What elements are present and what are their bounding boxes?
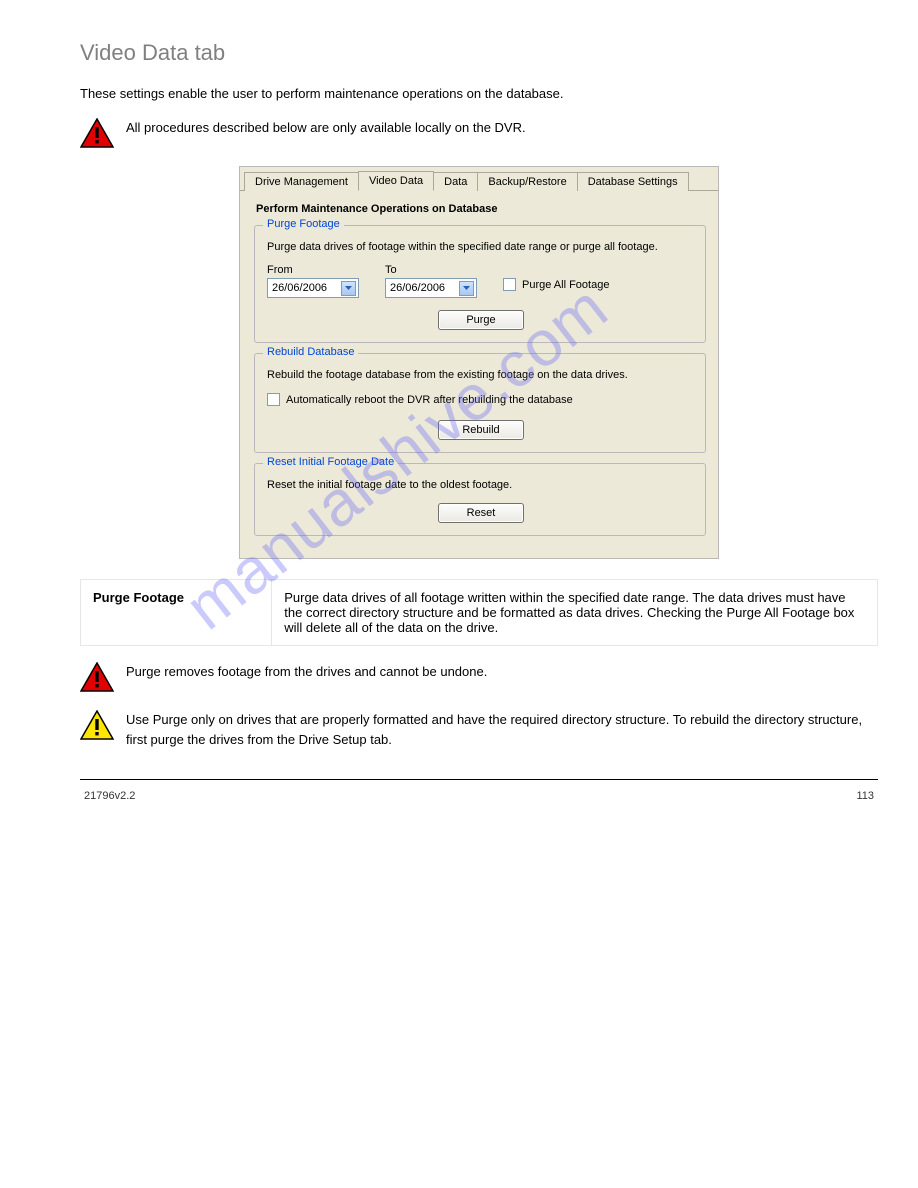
- purge-legend: Purge Footage: [263, 218, 344, 230]
- footer-left: 21796v2.2: [84, 790, 135, 802]
- tab-backup-restore[interactable]: Backup/Restore: [477, 172, 577, 191]
- caution-row-1: Use Purge only on drives that are proper…: [80, 710, 878, 749]
- to-date-picker[interactable]: 26/06/2006: [385, 278, 477, 298]
- tab-data[interactable]: Data: [433, 172, 478, 191]
- video-data-screenshot: Drive Management Video Data Data Backup/…: [239, 166, 719, 560]
- intro-text: These settings enable the user to perfor…: [80, 84, 878, 104]
- def-term: Purge Footage: [81, 580, 272, 646]
- group-reset-date: Reset Initial Footage Date Reset the ini…: [254, 463, 706, 536]
- rebuild-button[interactable]: Rebuild: [438, 420, 524, 440]
- footer-right: 113: [856, 790, 874, 802]
- warning-red-icon: [80, 118, 114, 148]
- purge-desc: Purge data drives of footage within the …: [267, 240, 695, 255]
- purge-all-label: Purge All Footage: [522, 279, 609, 291]
- warning-2-text: Purge removes footage from the drives an…: [126, 662, 878, 682]
- warning-row-1: All procedures described below are only …: [80, 118, 878, 148]
- chevron-down-icon[interactable]: [341, 281, 356, 296]
- reset-legend: Reset Initial Footage Date: [263, 456, 398, 468]
- from-date-picker[interactable]: 26/06/2006: [267, 278, 359, 298]
- to-label: To: [385, 264, 477, 276]
- checkbox-icon: [503, 278, 516, 291]
- warning-row-2: Purge removes footage from the drives an…: [80, 662, 878, 692]
- reset-button[interactable]: Reset: [438, 503, 524, 523]
- tab-database-settings[interactable]: Database Settings: [577, 172, 689, 191]
- panel-heading: Perform Maintenance Operations on Databa…: [256, 203, 706, 215]
- warning-1-text: All procedures described below are only …: [126, 118, 878, 138]
- rebuild-legend: Rebuild Database: [263, 346, 358, 358]
- footer-rule: [80, 779, 878, 780]
- warning-yellow-icon: [80, 710, 114, 740]
- def-body: Purge data drives of all footage written…: [272, 580, 878, 646]
- caution-1-text: Use Purge only on drives that are proper…: [126, 710, 878, 749]
- table-row: Purge Footage Purge data drives of all f…: [81, 580, 878, 646]
- auto-reboot-label: Automatically reboot the DVR after rebui…: [286, 394, 573, 406]
- from-date-value: 26/06/2006: [272, 282, 327, 294]
- warning-red-icon: [80, 662, 114, 692]
- tab-drive-management[interactable]: Drive Management: [244, 172, 359, 191]
- group-rebuild-database: Rebuild Database Rebuild the footage dat…: [254, 353, 706, 453]
- group-purge-footage: Purge Footage Purge data drives of foota…: [254, 225, 706, 344]
- tab-bar: Drive Management Video Data Data Backup/…: [240, 167, 718, 191]
- rebuild-desc: Rebuild the footage database from the ex…: [267, 368, 695, 383]
- definition-table: Purge Footage Purge data drives of all f…: [80, 579, 878, 646]
- chevron-down-icon[interactable]: [459, 281, 474, 296]
- auto-reboot-checkbox[interactable]: Automatically reboot the DVR after rebui…: [267, 393, 695, 406]
- reset-desc: Reset the initial footage date to the ol…: [267, 478, 695, 493]
- from-label: From: [267, 264, 359, 276]
- tab-video-data[interactable]: Video Data: [358, 171, 434, 191]
- purge-all-checkbox[interactable]: Purge All Footage: [503, 278, 609, 291]
- to-date-value: 26/06/2006: [390, 282, 445, 294]
- section-title: Video Data tab: [80, 40, 878, 66]
- purge-button[interactable]: Purge: [438, 310, 524, 330]
- checkbox-icon: [267, 393, 280, 406]
- page-footer: 21796v2.2 113: [80, 790, 878, 832]
